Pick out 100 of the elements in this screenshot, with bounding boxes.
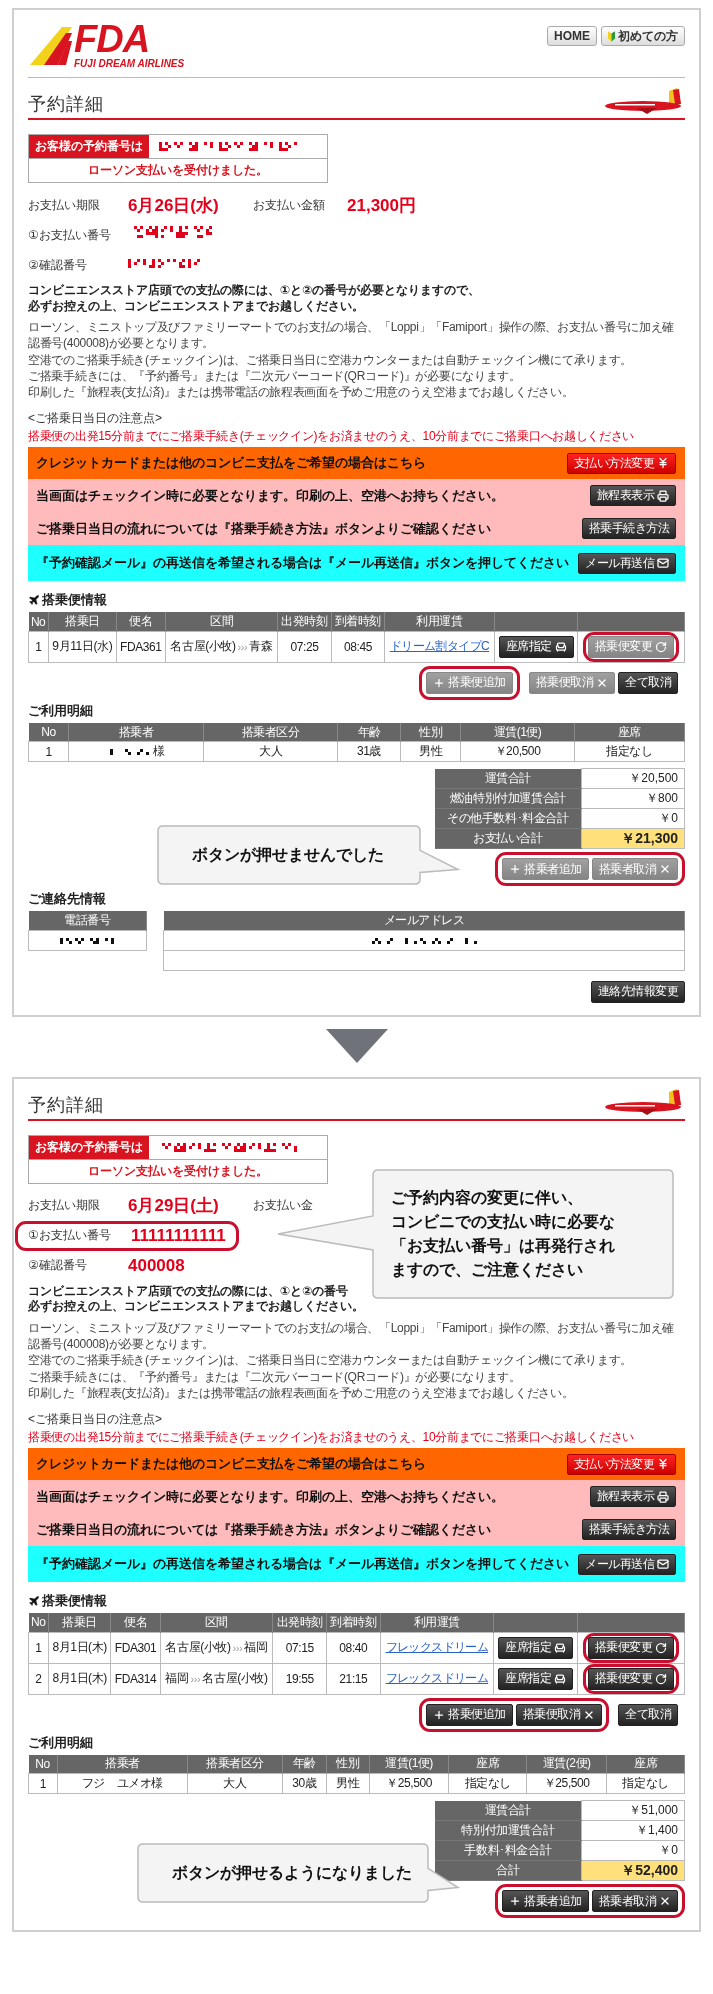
down-arrow-icon (325, 1028, 388, 1063)
table-cell: 1 (28, 1632, 49, 1664)
printer-icon (657, 489, 669, 502)
column-header: 搭乗者 (57, 1754, 188, 1774)
column-header: 区間 (160, 1613, 273, 1633)
action-button[interactable]: 搭乗便追加 (426, 1703, 513, 1726)
plus-icon (433, 676, 445, 689)
column-header: 座席 (606, 1754, 685, 1774)
table-cell: 大人 (223, 1776, 247, 1791)
reservation-status: ローソン支払いを受付けました。 (87, 1162, 269, 1180)
column-header: 搭乗日 (48, 1613, 111, 1633)
action-button[interactable]: 搭乗手続き方法 (581, 518, 676, 540)
seat-icon (554, 1672, 567, 1685)
refresh-icon (655, 640, 668, 653)
action-button[interactable]: 搭乗便取消 (515, 1703, 602, 1726)
table-cell: 08:45 (331, 631, 385, 663)
notice-text: コンビニエンスストア店頭での支払の際には、①と②の番号 必ずお控えの上、コンビニエンスストアまでお越しください。 (28, 1283, 365, 1315)
total-label: 運賃合計 (435, 1800, 581, 1821)
total-value: ￥52,400 (581, 1860, 685, 1881)
column-header: No (28, 612, 49, 632)
action-button[interactable]: 支払い方法変更 (566, 1453, 676, 1475)
table-cell: 指定なし (464, 1776, 512, 1791)
route-separator: ››› (232, 1641, 243, 1654)
banner-text: 当画面はチェックイン時に必要となります。印刷の上、空港へお持ちください。 (36, 1487, 504, 1506)
column-header: メールアドレス (163, 911, 685, 931)
logo-tagline: FUJI DREAM AIRLINES (74, 58, 185, 69)
banner-text: 『予約確認メール』の再送信を希望される場合は『メール再送信』ボタンを押してください (36, 554, 569, 573)
field-label: お支払い金額 (253, 196, 325, 214)
airplane-icon (28, 1595, 40, 1608)
route-separator: ››› (190, 1672, 201, 1685)
table-cell: 30歳 (292, 1776, 317, 1791)
note-text: 印刷した『旅程表(支払済)』または携帯電話の旅程表画面を予めご用意のうえ空港までお越しください。 (28, 383, 575, 401)
action-button[interactable]: 搭乗便変更 (587, 1636, 675, 1659)
route-origin: 名古屋(小牧) (170, 638, 236, 656)
page-title: 予約詳細 (28, 1093, 104, 1117)
action-button[interactable]: 支払い方法変更 (566, 452, 676, 474)
action-button[interactable]: 座席指定 (498, 1636, 574, 1659)
page-title: 予約詳細 (28, 93, 104, 116)
note-text: ローソン、ミニストップ及びファミリーマートでのお支払の場合、「Loppi」「Famiport」操作の際、お支払い番号に加え確認番号(400008)が必要となります。 (28, 1320, 676, 1353)
action-button[interactable]: 旅程表表示 (589, 485, 676, 507)
column-header: 利用運賃 (380, 1613, 494, 1633)
table-cell: 大人 (258, 744, 283, 759)
column-header: No (28, 1613, 49, 1633)
route-destination: 名古屋(小牧) (202, 1670, 268, 1688)
refresh-icon (655, 1641, 668, 1654)
route-separator: ››› (237, 640, 248, 653)
action-button[interactable]: 全て取消 (618, 671, 678, 694)
table-cell: 07:15 (272, 1632, 327, 1664)
column-header: 搭乗者区分 (187, 1754, 283, 1774)
column-header: 座席 (448, 1754, 527, 1774)
yen-icon (657, 1458, 669, 1471)
table-cell: ￥25,500 (386, 1776, 432, 1791)
note-text: 空港でのご搭乗手続き(チェックイン)は、ご搭乗日当日に空港カウンターまたは自動チェックイン機にて承ります。 (28, 1352, 634, 1369)
nav-button[interactable]: HOME (547, 26, 597, 46)
banner-text: ご搭乗日当日の流れについては『搭乗手続き方法』ボタンよりご確認ください (36, 1520, 491, 1539)
callout-text: ボタンが押せるようになりました (172, 1863, 412, 1884)
section-title: 搭乗便情報 (42, 1592, 107, 1611)
column-header: 利用運賃 (384, 612, 495, 632)
airplane-icon (28, 594, 40, 607)
table-cell: 2 (28, 1663, 49, 1695)
seat-icon (554, 640, 567, 653)
table-cell: FDA314 (111, 1663, 161, 1695)
mosaic-drawing (59, 938, 116, 945)
route-destination: 福岡 (244, 1639, 268, 1657)
total-label: 運賃合計 (435, 768, 581, 789)
action-button[interactable]: 座席指定 (498, 635, 574, 658)
field-label: お支払い期限 (28, 196, 101, 214)
route-origin: 名古屋(小牧) (165, 1639, 231, 1657)
table-cell: 8月1日(木) (48, 1632, 111, 1664)
route-destination: 青森 (249, 638, 273, 656)
action-button[interactable]: 搭乗者取消 (591, 1890, 678, 1913)
action-button[interactable]: メール再送信 (578, 1553, 676, 1575)
callout-text: ご予約内容の変更に伴い、 コンビニでの支払い時に必要な 「お支払い番号」は再発行され ますので、ご注意ください (391, 1187, 615, 1280)
action-button[interactable]: 旅程表表示 (589, 1486, 676, 1508)
action-button[interactable]: 搭乗便変更 (587, 1667, 675, 1690)
field-label: お支払い期限 (28, 1197, 101, 1215)
deadline-value: 6月26日(水) (128, 194, 220, 217)
table-cell: 1 (45, 744, 52, 759)
action-button[interactable]: 座席指定 (498, 1667, 574, 1690)
mail-icon (657, 1558, 669, 1571)
total-value: ￥0 (581, 808, 685, 829)
banner-text: クレジットカードまたは他のコンビニ支払をご希望の場合はこちら (36, 1455, 426, 1474)
total-value: ￥51,000 (581, 1800, 685, 1821)
total-value: ￥0 (581, 1840, 685, 1861)
note-text: 印刷した『旅程表(支払済)』または携帯電話の旅程表画面を予めご用意のうえ空港までお越しください。 (28, 1384, 575, 1401)
contact-change-button[interactable]: 連絡先情報変更 (590, 980, 685, 1003)
number-value: 400008 (128, 1255, 185, 1276)
column-header: 座席 (574, 722, 685, 742)
action-button[interactable]: 搭乗者追加 (502, 1890, 589, 1913)
field-label: ①お支払い番号 (28, 226, 112, 244)
column-header: 性別 (326, 1754, 370, 1774)
table-cell: 男性 (336, 1776, 360, 1791)
action-button[interactable]: メール再送信 (578, 552, 676, 574)
total-label: その他手数料･料金合計 (435, 808, 581, 829)
action-button[interactable]: 搭乗手続き方法 (581, 1519, 676, 1541)
total-label: 手数料･料金合計 (435, 1840, 581, 1861)
table-cell: FDA361 (116, 631, 166, 663)
action-button[interactable]: 全て取消 (618, 1703, 678, 1726)
nav-button[interactable]: 初めての方 (601, 26, 685, 46)
plus-icon (433, 1708, 445, 1721)
